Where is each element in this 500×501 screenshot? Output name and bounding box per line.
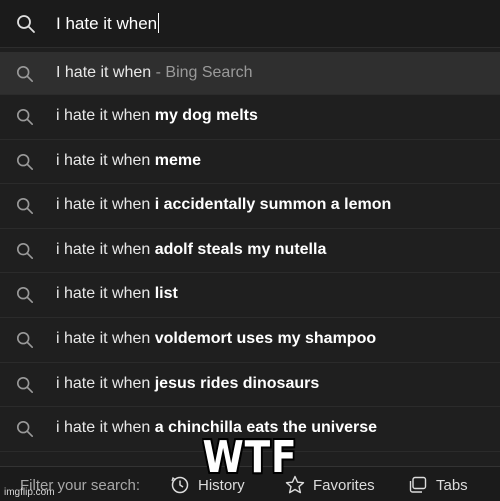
- search-icon: [16, 14, 36, 34]
- search-icon: [16, 242, 34, 260]
- search-icon: [16, 331, 34, 349]
- suggestion-text: i hate it when list: [56, 285, 178, 303]
- suggestion-text: i hate it when voldemort uses my shampoo: [56, 329, 377, 347]
- search-icon: [16, 420, 34, 438]
- suggestion-item[interactable]: I hate it when - Bing Search: [0, 52, 500, 95]
- search-icon: [16, 153, 34, 171]
- suggestion-item[interactable]: i hate it when i accidentally summon a l…: [0, 184, 500, 229]
- search-icon: [16, 286, 34, 304]
- watermark: imgflip.com: [4, 487, 55, 498]
- meme-caption: WTF: [202, 432, 298, 483]
- suggestion-text: i hate it when jesus rides dinosaurs: [56, 374, 320, 392]
- suggestion-item[interactable]: i hate it when adolf steals my nutella: [0, 229, 500, 274]
- search-icon: [16, 65, 34, 83]
- suggestion-text: I hate it when - Bing Search: [56, 64, 253, 81]
- suggestion-item[interactable]: i hate it when jesus rides dinosaurs: [0, 363, 500, 408]
- suggestion-text: i hate it when i accidentally summon a l…: [56, 196, 392, 214]
- search-bar[interactable]: I hate it when: [0, 0, 500, 48]
- suggestion-text: i hate it when adolf steals my nutella: [56, 240, 327, 258]
- search-icon: [16, 108, 34, 126]
- suggestion-source: - Bing Search: [151, 64, 253, 81]
- suggestion-item[interactable]: i hate it when list: [0, 273, 500, 318]
- suggestion-list: I hate it when - Bing Search i hate it w…: [0, 52, 500, 452]
- search-input[interactable]: I hate it when: [56, 13, 160, 34]
- text-caret: [158, 13, 160, 33]
- search-icon: [16, 376, 34, 394]
- suggestion-item[interactable]: i hate it when meme: [0, 140, 500, 185]
- suggestion-item[interactable]: i hate it when voldemort uses my shampoo: [0, 318, 500, 363]
- suggestion-item[interactable]: i hate it when my dog melts: [0, 95, 500, 140]
- search-icon: [16, 197, 34, 215]
- suggestion-text: i hate it when meme: [56, 151, 201, 169]
- suggestion-text: i hate it when my dog melts: [56, 107, 258, 124]
